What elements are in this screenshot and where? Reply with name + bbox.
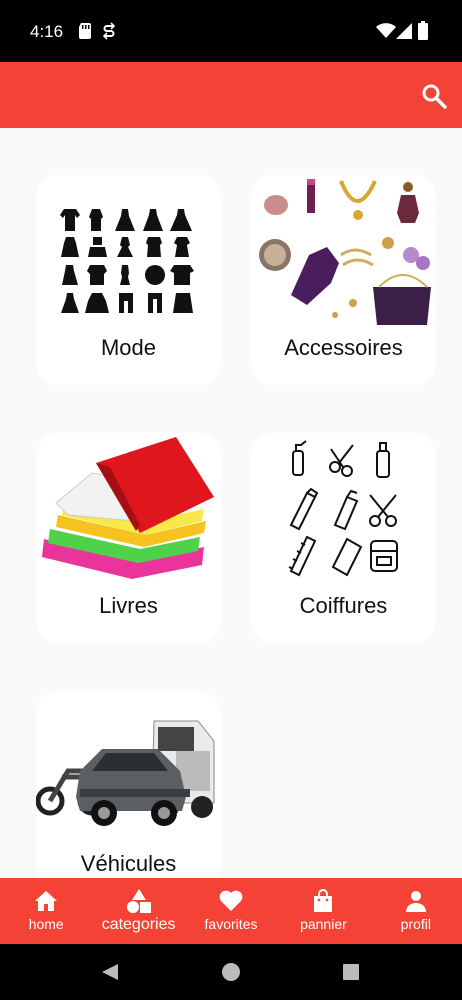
search-icon[interactable] (420, 82, 448, 110)
heart-icon (219, 890, 243, 911)
nav-categories-label: categories (101, 916, 176, 933)
category-card-vehicules[interactable]: Véhicules (36, 691, 221, 878)
category-label: Mode (100, 335, 157, 360)
nav-favorites[interactable]: favorites (185, 878, 277, 944)
person-icon (405, 891, 426, 912)
home-circle-icon[interactable] (221, 962, 241, 982)
app-bar (0, 62, 462, 128)
bottom-nav: home categories favorites pannier profil (0, 878, 462, 944)
category-label: Coiffures (299, 593, 388, 618)
accessories-collage-icon (259, 179, 431, 325)
nav-profil[interactable]: profil (370, 878, 462, 944)
nav-pannier-label: pannier (300, 916, 347, 932)
books-stack-icon (42, 437, 214, 579)
nav-home-label: home (28, 916, 64, 932)
clothing-silhouettes-icon (60, 209, 194, 313)
category-card-coiffures[interactable]: Coiffures (251, 433, 436, 643)
category-grid: Mode Accessoires Livres Coiffures Véhicu… (0, 128, 462, 878)
status-time: 4:16 (30, 22, 64, 41)
nav-pannier[interactable]: pannier (277, 878, 369, 944)
category-label: Véhicules (80, 851, 177, 876)
category-card-livres[interactable]: Livres (36, 433, 221, 643)
signal-icon (396, 23, 412, 39)
back-icon[interactable] (100, 962, 120, 982)
hairdressing-tools-icon (288, 440, 398, 577)
system-nav-bar (0, 944, 462, 1000)
nav-categories[interactable]: categories (92, 878, 184, 944)
shopping-bag-icon (314, 889, 333, 912)
recents-icon[interactable] (341, 962, 361, 982)
category-card-mode[interactable]: Mode (36, 175, 221, 385)
home-icon (35, 891, 58, 911)
nav-home[interactable]: home (0, 878, 92, 944)
wifi-icon (376, 23, 396, 38)
sync-icon (102, 22, 116, 40)
shapes-icon (126, 889, 151, 913)
nav-profil-label: profil (400, 916, 431, 932)
category-label: Accessoires (284, 335, 403, 360)
vehicles-icon (36, 720, 215, 826)
nav-favorites-label: favorites (204, 916, 258, 932)
category-label: Livres (99, 593, 158, 618)
battery-icon (418, 21, 428, 40)
category-card-accessoires[interactable]: Accessoires (251, 175, 436, 385)
sd-card-icon (79, 23, 91, 39)
status-bar: 4:16 (0, 0, 462, 62)
